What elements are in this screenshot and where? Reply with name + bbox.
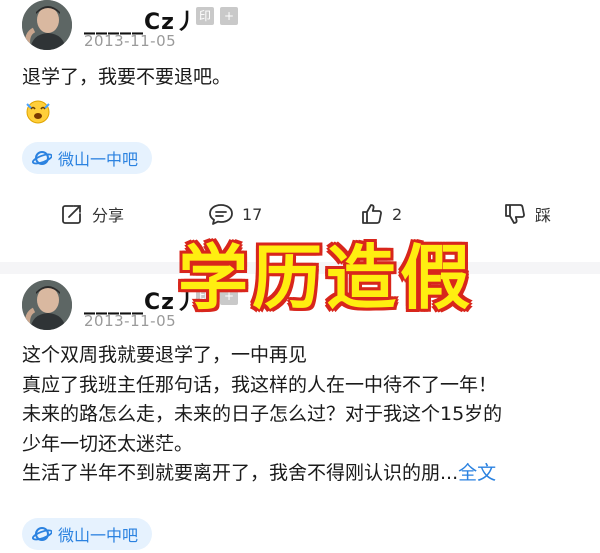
- share-icon: [62, 205, 81, 224]
- planet-icon: [32, 151, 52, 165]
- avatar[interactable]: [22, 0, 72, 50]
- dislike-label: 踩: [535, 206, 552, 225]
- share-label: 分享: [92, 206, 125, 225]
- share-button[interactable]: 分享: [60, 202, 124, 226]
- forum-tag[interactable]: 微山一中吧: [22, 518, 153, 550]
- content-line: 退学了，我要不要退吧。: [22, 66, 232, 88]
- content-line-last: 生活了半年不到就要离开了，我舍不得刚认识的朋...全文: [22, 459, 580, 489]
- overlay-caption: 学历造假: [178, 236, 474, 319]
- add-badge: +: [220, 7, 238, 25]
- content-line: 真应了我班主任那句话，我这样的人在一中待不了一年！: [22, 373, 498, 396]
- post-date: 2013-11-05: [84, 32, 177, 50]
- crying-emoji-icon: [26, 100, 50, 124]
- post-content[interactable]: 退学了，我要不要退吧。: [22, 63, 580, 93]
- like-count: 2: [392, 204, 403, 224]
- content-line: 生活了半年不到就要离开了，我舍不得刚认识的朋...: [22, 462, 459, 484]
- dislike-button[interactable]: 踩: [503, 202, 551, 226]
- content-line: 少年一切还太迷茫。: [22, 432, 194, 455]
- forum-name: 微山一中吧: [58, 150, 139, 169]
- thumbs-down-icon: [505, 204, 525, 224]
- level-badge: 印: [196, 7, 214, 25]
- avatar[interactable]: [22, 280, 72, 330]
- comment-count: 17: [242, 204, 263, 224]
- content-line: 未来的路怎么走，未来的日子怎么过？对于我这个15岁的: [22, 403, 503, 425]
- planet-icon: [32, 527, 52, 541]
- post-content[interactable]: 这个双周我就要退学了，一中再见 真应了我班主任那句话，我这样的人在一中待不了一年…: [22, 341, 580, 489]
- post-date: 2013-11-05: [84, 312, 177, 330]
- forum-name: 微山一中吧: [58, 526, 139, 545]
- read-more-link[interactable]: 全文: [458, 462, 496, 484]
- content-line: 这个双周我就要退学了，一中再见: [22, 344, 308, 366]
- forum-tag[interactable]: 微山一中吧: [22, 142, 153, 174]
